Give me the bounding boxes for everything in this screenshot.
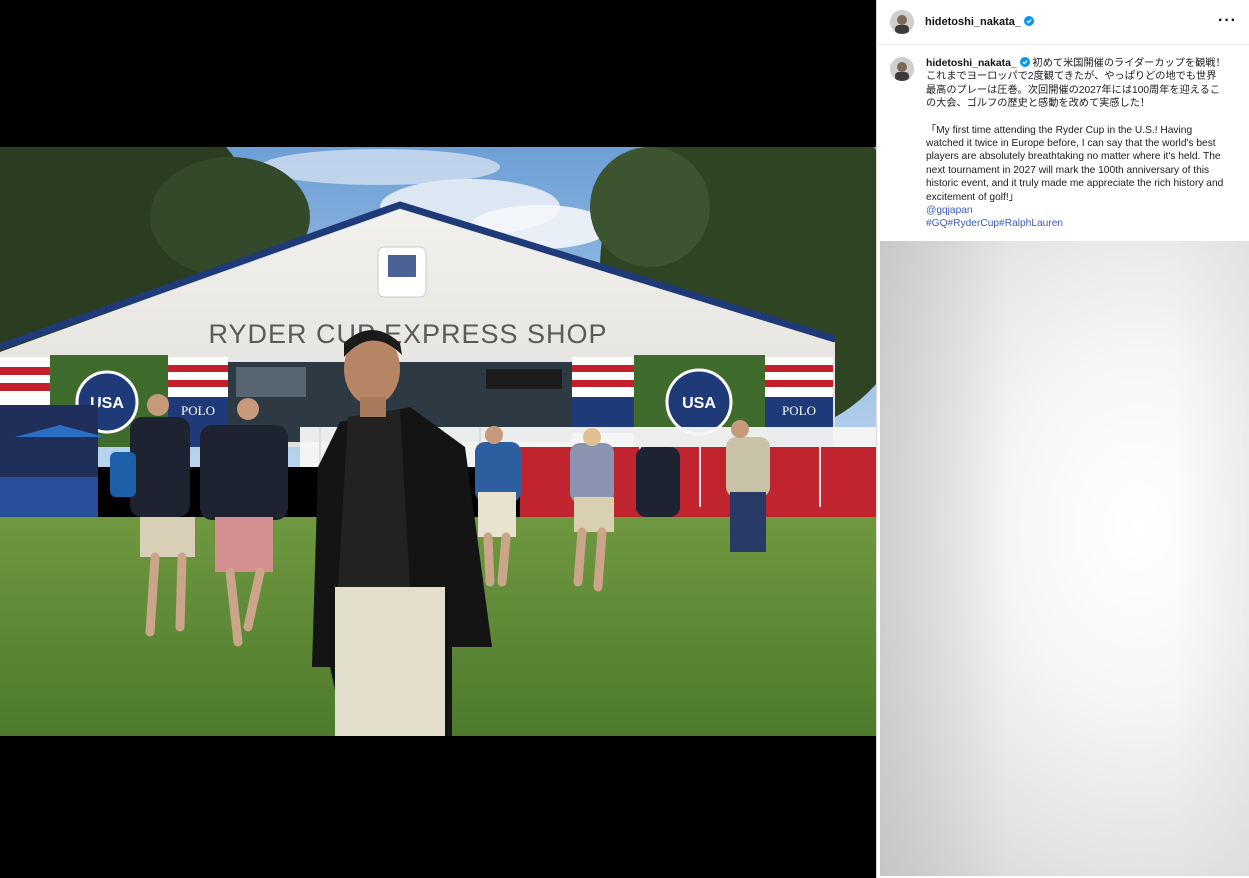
usa-logo-right: USA — [682, 395, 716, 412]
tent-sign-text: RYDER CUP EXPRESS SHOP — [208, 319, 607, 349]
post-photo[interactable]: RYDER CUP EXPRESS SHOP USA USA POLO POLO — [0, 147, 876, 736]
header-username-text[interactable]: hidetoshi_nakata_ — [925, 16, 1021, 28]
caption-avatar[interactable] — [890, 57, 914, 81]
caption-english: 「My first time attending the Ryder Cup i… — [926, 124, 1227, 203]
hashtag-list: #GQ#RyderCup#RalphLauren — [926, 217, 1226, 230]
caption-text: hidetoshi_nakata_ 初めて米国開催のライダーカップを観戦！これま… — [926, 57, 1226, 231]
hashtag-gq[interactable]: #GQ — [926, 218, 948, 229]
polo-banner-right: POLO — [782, 403, 816, 418]
post-side-panel: hidetoshi_nakata_ ··· hidetoshi_nakata_ … — [876, 0, 1249, 878]
caption-username[interactable]: hidetoshi_nakata_ — [926, 57, 1030, 69]
more-horizontal-icon[interactable]: ··· — [1218, 12, 1237, 30]
polo-banner-left: POLO — [181, 403, 215, 418]
blurred-content-area — [880, 241, 1249, 876]
hashtag-rydercup[interactable]: #RyderCup — [948, 218, 1000, 229]
post-caption: hidetoshi_nakata_ 初めて米国開催のライダーカップを観戦！これま… — [877, 45, 1249, 231]
hashtag-ralphlauren[interactable]: #RalphLauren — [999, 218, 1063, 229]
post-media: RYDER CUP EXPRESS SHOP USA USA POLO POLO — [0, 0, 876, 878]
post-header: hidetoshi_nakata_ ··· — [877, 0, 1249, 45]
verified-badge-icon — [1019, 57, 1030, 67]
avatar[interactable] — [890, 10, 914, 34]
mention-link[interactable]: @gqjapan — [926, 204, 1226, 217]
verified-badge-icon — [1023, 16, 1034, 26]
header-username[interactable]: hidetoshi_nakata_ — [925, 16, 1034, 28]
caption-username-text[interactable]: hidetoshi_nakata_ — [926, 58, 1017, 69]
